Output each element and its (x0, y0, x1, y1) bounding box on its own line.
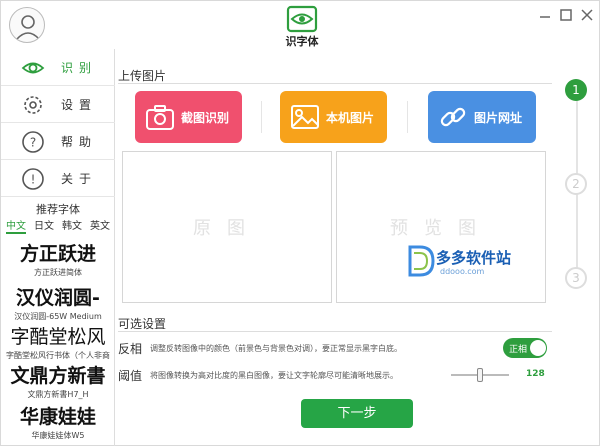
font-sample-item[interactable]: 华康娃娃 华康娃娃体W5 (1, 402, 115, 441)
gear-icon (24, 96, 42, 114)
font-sample-name: 文鼎方新書H7_H (27, 390, 89, 399)
section-divider (118, 331, 552, 332)
app-title: 识字体 (285, 35, 319, 48)
font-sample-name: 汉仪润圆-65W Medium (14, 312, 102, 321)
options-section-title: 可选设置 (118, 317, 167, 331)
svg-text:?: ? (30, 136, 36, 150)
button-label: 截图识别 (181, 111, 230, 125)
invert-option-row: 反相 调整反转图像中的颜色（前景色与背景色对调），要正常显示黑字白底。 正相 (118, 337, 552, 359)
help-icon: ? (22, 131, 44, 153)
font-sample-name: 方正跃进简体 (34, 268, 82, 277)
image-icon (291, 105, 319, 129)
invert-description: 调整反转图像中的颜色（前景色与背景色对调），要正常显示黑字白底。 (150, 344, 402, 353)
info-icon: ! (22, 168, 44, 190)
step-3-indicator: 3 (565, 267, 587, 289)
font-sample-text: 文鼎方新書 (10, 365, 106, 387)
sidebar: 识别 设置 ? 帮助 ! 关于 推荐字体 中文 日文 韩文 英文 方正跃进 方正… (1, 49, 115, 446)
original-image-pane[interactable]: 原图 (122, 151, 332, 303)
threshold-option-row: 阈值 将图像转换为高对比度的黑白图像，要让文字轮廓尽可能清晰地展示。 128 (118, 364, 552, 386)
button-separator (407, 101, 408, 133)
tab-japanese[interactable]: 日文 (34, 217, 54, 232)
eye-icon (21, 62, 45, 74)
close-icon (581, 9, 593, 21)
site-watermark: 多多软件站 ddooo.com (406, 243, 511, 283)
button-separator (261, 101, 262, 133)
watermark-url: ddooo.com (440, 267, 485, 276)
tab-chinese[interactable]: 中文 (6, 217, 26, 234)
user-icon (16, 15, 40, 40)
app-logo: 识字体 (282, 5, 322, 48)
sidebar-item-label: 识别 (61, 61, 98, 75)
svg-text:!: ! (31, 173, 36, 187)
font-sample-text: 华康娃娃 (19, 406, 96, 428)
font-sample-item[interactable]: 汉仪润圆- 汉仪润圆-65W Medium (1, 283, 115, 322)
maximize-button[interactable] (558, 7, 574, 23)
watermark-text: 多多软件站 (436, 249, 512, 267)
button-label: 本机图片 (326, 111, 375, 125)
toggle-text: 正相 (509, 345, 528, 355)
sidebar-item-label: 设置 (61, 98, 98, 112)
title-bar: 识字体 (1, 1, 600, 49)
threshold-description: 将图像转换为高对比度的黑白图像，要让文字轮廓尽可能清晰地展示。 (150, 371, 398, 380)
threshold-label: 阈值 (118, 369, 143, 383)
maximize-icon (560, 9, 572, 21)
image-url-button[interactable]: 图片网址 (428, 91, 536, 143)
section-divider (118, 83, 552, 84)
sidebar-item-help[interactable]: ? 帮助 (1, 123, 115, 160)
invert-label: 反相 (118, 342, 143, 356)
font-sample-name: 华康娃娃体W5 (31, 431, 85, 440)
original-pane-label: 原图 (193, 218, 261, 239)
close-button[interactable] (579, 7, 595, 23)
font-sample-name: 字酷堂松风行书体（个人非商 (6, 351, 110, 360)
minimize-button[interactable] (537, 7, 553, 23)
watermark-logo-icon (408, 245, 435, 277)
toggle-knob (530, 340, 546, 356)
sidebar-item-settings[interactable]: 设置 (1, 86, 115, 123)
tab-korean[interactable]: 韩文 (62, 217, 82, 232)
sidebar-item-about[interactable]: ! 关于 (1, 160, 115, 197)
font-sample-item[interactable]: 文鼎方新書 文鼎方新書H7_H (1, 361, 115, 400)
font-sample-text: 方正跃进 (19, 243, 96, 265)
upload-section-title: 上传图片 (118, 69, 167, 83)
local-image-button[interactable]: 本机图片 (280, 91, 387, 143)
result-preview-pane[interactable]: 预览图 (336, 151, 546, 303)
avatar[interactable] (9, 7, 45, 43)
step-1-indicator: 1 (565, 79, 587, 101)
app-window: 识字体 识别 设置 ? 帮助 ! 关于 推荐字体 中文 日文 韩文 英文 方正跃… (0, 0, 600, 446)
invert-toggle[interactable]: 正相 (503, 338, 547, 358)
threshold-slider[interactable] (451, 368, 509, 382)
screenshot-recognize-button[interactable]: 截图识别 (135, 91, 242, 143)
result-pane-label: 预览图 (390, 218, 492, 239)
sidebar-item-label: 关于 (61, 172, 98, 186)
button-label: 图片网址 (474, 111, 523, 125)
font-sample-item[interactable]: 方正跃进 方正跃进简体 (1, 239, 115, 278)
link-icon (440, 107, 466, 127)
tab-english[interactable]: 英文 (90, 217, 110, 232)
recommended-fonts-title: 推荐字体 (36, 203, 80, 216)
sidebar-item-label: 帮助 (61, 135, 98, 149)
font-sample-item[interactable]: 字酷堂松风 字酷堂松风行书体（个人非商 (1, 322, 115, 361)
sidebar-item-recognize[interactable]: 识别 (1, 49, 115, 86)
threshold-slider-handle[interactable] (477, 368, 483, 382)
eye-logo-icon (286, 5, 318, 33)
camera-icon (146, 105, 174, 130)
language-tabs: 中文 日文 韩文 英文 (1, 217, 115, 234)
minimize-icon (540, 16, 550, 18)
font-sample-text: 字酷堂松风 (10, 326, 106, 348)
threshold-value: 128 (526, 369, 545, 379)
step-2-indicator: 2 (565, 173, 587, 195)
font-sample-text: 汉仪润圆- (16, 287, 100, 309)
next-step-button[interactable]: 下一步 (301, 399, 413, 428)
